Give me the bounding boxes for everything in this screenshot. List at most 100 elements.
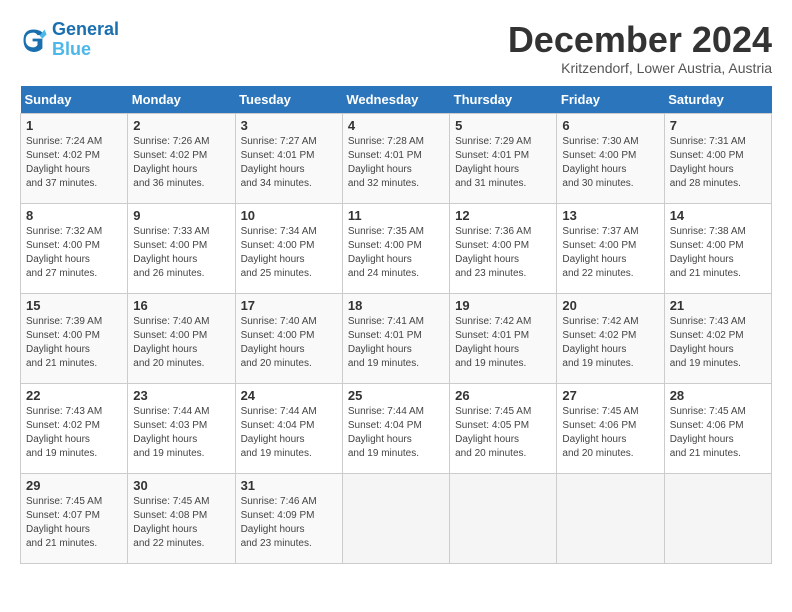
column-header-saturday: Saturday [664,86,771,114]
day-number: 25 [348,388,444,403]
week-row-3: 15 Sunrise: 7:39 AM Sunset: 4:00 PM Dayl… [21,293,772,383]
week-row-5: 29 Sunrise: 7:45 AM Sunset: 4:07 PM Dayl… [21,473,772,563]
day-cell: 27 Sunrise: 7:45 AM Sunset: 4:06 PM Dayl… [557,383,664,473]
day-info: Sunrise: 7:26 AM Sunset: 4:02 PM Dayligh… [133,135,229,191]
day-number: 9 [133,208,229,223]
day-info: Sunrise: 7:45 AM Sunset: 4:06 PM Dayligh… [562,405,658,461]
day-number: 5 [455,118,551,133]
column-header-monday: Monday [128,86,235,114]
day-cell: 11 Sunrise: 7:35 AM Sunset: 4:00 PM Dayl… [342,203,449,293]
day-number: 3 [241,118,337,133]
day-info: Sunrise: 7:35 AM Sunset: 4:00 PM Dayligh… [348,225,444,281]
day-cell: 17 Sunrise: 7:40 AM Sunset: 4:00 PM Dayl… [235,293,342,383]
day-number: 16 [133,298,229,313]
day-info: Sunrise: 7:42 AM Sunset: 4:02 PM Dayligh… [562,315,658,371]
day-info: Sunrise: 7:45 AM Sunset: 4:07 PM Dayligh… [26,495,122,551]
day-info: Sunrise: 7:44 AM Sunset: 4:04 PM Dayligh… [241,405,337,461]
day-number: 2 [133,118,229,133]
day-cell: 1 Sunrise: 7:24 AM Sunset: 4:02 PM Dayli… [21,113,128,203]
day-number: 19 [455,298,551,313]
day-number: 8 [26,208,122,223]
day-info: Sunrise: 7:37 AM Sunset: 4:00 PM Dayligh… [562,225,658,281]
day-info: Sunrise: 7:45 AM Sunset: 4:08 PM Dayligh… [133,495,229,551]
day-cell: 4 Sunrise: 7:28 AM Sunset: 4:01 PM Dayli… [342,113,449,203]
day-cell [342,473,449,563]
day-number: 23 [133,388,229,403]
day-number: 6 [562,118,658,133]
day-cell: 26 Sunrise: 7:45 AM Sunset: 4:05 PM Dayl… [450,383,557,473]
day-info: Sunrise: 7:42 AM Sunset: 4:01 PM Dayligh… [455,315,551,371]
day-cell: 31 Sunrise: 7:46 AM Sunset: 4:09 PM Dayl… [235,473,342,563]
week-row-4: 22 Sunrise: 7:43 AM Sunset: 4:02 PM Dayl… [21,383,772,473]
day-number: 27 [562,388,658,403]
day-info: Sunrise: 7:41 AM Sunset: 4:01 PM Dayligh… [348,315,444,371]
page-header: General Blue December 2024 Kritzendorf, … [20,20,772,76]
day-number: 10 [241,208,337,223]
day-number: 30 [133,478,229,493]
day-cell [557,473,664,563]
column-header-thursday: Thursday [450,86,557,114]
location-subtitle: Kritzendorf, Lower Austria, Austria [508,60,772,76]
week-row-1: 1 Sunrise: 7:24 AM Sunset: 4:02 PM Dayli… [21,113,772,203]
day-number: 22 [26,388,122,403]
day-info: Sunrise: 7:45 AM Sunset: 4:06 PM Dayligh… [670,405,766,461]
day-cell: 30 Sunrise: 7:45 AM Sunset: 4:08 PM Dayl… [128,473,235,563]
day-number: 21 [670,298,766,313]
column-header-wednesday: Wednesday [342,86,449,114]
day-number: 28 [670,388,766,403]
column-header-sunday: Sunday [21,86,128,114]
day-cell: 29 Sunrise: 7:45 AM Sunset: 4:07 PM Dayl… [21,473,128,563]
day-cell [664,473,771,563]
day-cell: 7 Sunrise: 7:31 AM Sunset: 4:00 PM Dayli… [664,113,771,203]
day-number: 20 [562,298,658,313]
day-info: Sunrise: 7:45 AM Sunset: 4:05 PM Dayligh… [455,405,551,461]
day-number: 4 [348,118,444,133]
day-info: Sunrise: 7:24 AM Sunset: 4:02 PM Dayligh… [26,135,122,191]
day-cell: 9 Sunrise: 7:33 AM Sunset: 4:00 PM Dayli… [128,203,235,293]
day-number: 17 [241,298,337,313]
day-info: Sunrise: 7:38 AM Sunset: 4:00 PM Dayligh… [670,225,766,281]
day-cell: 23 Sunrise: 7:44 AM Sunset: 4:03 PM Dayl… [128,383,235,473]
day-cell: 10 Sunrise: 7:34 AM Sunset: 4:00 PM Dayl… [235,203,342,293]
day-info: Sunrise: 7:44 AM Sunset: 4:03 PM Dayligh… [133,405,229,461]
column-header-friday: Friday [557,86,664,114]
day-cell: 14 Sunrise: 7:38 AM Sunset: 4:00 PM Dayl… [664,203,771,293]
day-number: 11 [348,208,444,223]
column-header-tuesday: Tuesday [235,86,342,114]
day-cell: 12 Sunrise: 7:36 AM Sunset: 4:00 PM Dayl… [450,203,557,293]
day-number: 15 [26,298,122,313]
day-cell: 28 Sunrise: 7:45 AM Sunset: 4:06 PM Dayl… [664,383,771,473]
day-cell: 13 Sunrise: 7:37 AM Sunset: 4:00 PM Dayl… [557,203,664,293]
week-row-2: 8 Sunrise: 7:32 AM Sunset: 4:00 PM Dayli… [21,203,772,293]
day-info: Sunrise: 7:27 AM Sunset: 4:01 PM Dayligh… [241,135,337,191]
day-cell: 20 Sunrise: 7:42 AM Sunset: 4:02 PM Dayl… [557,293,664,383]
logo-icon [20,26,48,54]
day-cell: 2 Sunrise: 7:26 AM Sunset: 4:02 PM Dayli… [128,113,235,203]
day-cell: 18 Sunrise: 7:41 AM Sunset: 4:01 PM Dayl… [342,293,449,383]
day-cell: 3 Sunrise: 7:27 AM Sunset: 4:01 PM Dayli… [235,113,342,203]
day-cell: 16 Sunrise: 7:40 AM Sunset: 4:00 PM Dayl… [128,293,235,383]
day-info: Sunrise: 7:39 AM Sunset: 4:00 PM Dayligh… [26,315,122,371]
day-number: 31 [241,478,337,493]
day-info: Sunrise: 7:40 AM Sunset: 4:00 PM Dayligh… [241,315,337,371]
day-info: Sunrise: 7:31 AM Sunset: 4:00 PM Dayligh… [670,135,766,191]
day-info: Sunrise: 7:34 AM Sunset: 4:00 PM Dayligh… [241,225,337,281]
day-info: Sunrise: 7:28 AM Sunset: 4:01 PM Dayligh… [348,135,444,191]
day-cell: 6 Sunrise: 7:30 AM Sunset: 4:00 PM Dayli… [557,113,664,203]
day-number: 1 [26,118,122,133]
day-number: 24 [241,388,337,403]
month-title: December 2024 [508,20,772,60]
day-cell: 22 Sunrise: 7:43 AM Sunset: 4:02 PM Dayl… [21,383,128,473]
day-info: Sunrise: 7:33 AM Sunset: 4:00 PM Dayligh… [133,225,229,281]
day-number: 14 [670,208,766,223]
day-info: Sunrise: 7:29 AM Sunset: 4:01 PM Dayligh… [455,135,551,191]
day-info: Sunrise: 7:40 AM Sunset: 4:00 PM Dayligh… [133,315,229,371]
day-cell: 24 Sunrise: 7:44 AM Sunset: 4:04 PM Dayl… [235,383,342,473]
day-cell: 5 Sunrise: 7:29 AM Sunset: 4:01 PM Dayli… [450,113,557,203]
title-block: December 2024 Kritzendorf, Lower Austria… [508,20,772,76]
logo-text: General Blue [52,20,119,60]
day-number: 26 [455,388,551,403]
day-info: Sunrise: 7:46 AM Sunset: 4:09 PM Dayligh… [241,495,337,551]
day-number: 12 [455,208,551,223]
day-cell: 25 Sunrise: 7:44 AM Sunset: 4:04 PM Dayl… [342,383,449,473]
